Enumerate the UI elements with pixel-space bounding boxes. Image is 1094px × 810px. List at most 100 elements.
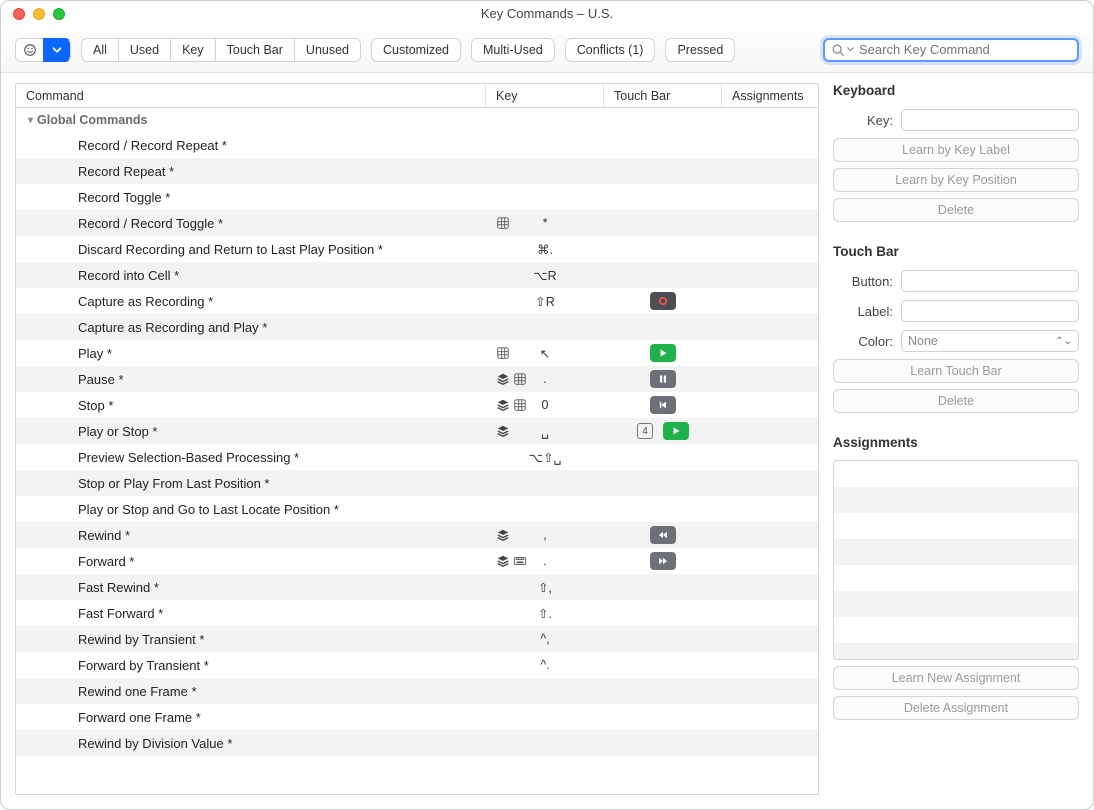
table-row[interactable]: Play or Stop and Go to Last Locate Posit… xyxy=(16,496,818,522)
table-row[interactable]: Rewind *, xyxy=(16,522,818,548)
toolbar-pressed-button[interactable]: Pressed xyxy=(665,38,735,62)
touchbar-delete-button[interactable]: Delete xyxy=(833,389,1079,413)
key-cell: ^. xyxy=(486,658,604,672)
key-label: ⇧, xyxy=(538,580,552,595)
commands-table: Command Key Touch Bar Assignments ▾ Glob… xyxy=(15,83,819,795)
table-row[interactable]: Capture as Recording *⇧R xyxy=(16,288,818,314)
key-cell: ^, xyxy=(486,632,604,646)
numpad-icon xyxy=(496,216,510,230)
touchbar-rec-icon xyxy=(650,292,676,310)
command-cell: Capture as Recording and Play * xyxy=(16,320,486,335)
table-row[interactable]: Record Toggle * xyxy=(16,184,818,210)
tb-label-input[interactable] xyxy=(901,300,1079,322)
key-cell: 0 xyxy=(486,398,604,412)
keyboard-icon xyxy=(513,554,527,568)
table-row[interactable]: Play *↖︎ xyxy=(16,340,818,366)
keyboard-delete-button[interactable]: Delete xyxy=(833,198,1079,222)
table-row[interactable]: Fast Forward *⇧. xyxy=(16,600,818,626)
touchbar-stop-icon xyxy=(650,396,676,414)
options-dropdown-button[interactable] xyxy=(43,38,71,62)
table-row[interactable]: Discard Recording and Return to Last Pla… xyxy=(16,236,818,262)
touchbar-header: Touch Bar xyxy=(833,244,1079,259)
command-cell: Forward one Frame * xyxy=(16,710,486,725)
table-row[interactable]: Stop or Play From Last Position * xyxy=(16,470,818,496)
key-cell: * xyxy=(486,216,604,230)
tb-color-select[interactable]: None ⌃⌄ xyxy=(901,330,1079,352)
filter-touch-bar[interactable]: Touch Bar xyxy=(215,38,294,62)
command-cell: Play * xyxy=(16,346,486,361)
key-cell: , xyxy=(486,528,604,542)
zoom-window-button[interactable] xyxy=(53,8,65,20)
table-row[interactable]: Pause *. xyxy=(16,366,818,392)
table-row[interactable]: Capture as Recording and Play * xyxy=(16,314,818,340)
column-header-assignments[interactable]: Assignments xyxy=(722,84,818,107)
assignments-header: Assignments xyxy=(833,435,1079,450)
keyboard-header: Keyboard xyxy=(833,83,1079,98)
touchbar-cell xyxy=(604,526,722,544)
column-header-touchbar[interactable]: Touch Bar xyxy=(604,84,722,107)
command-cell: Stop or Play From Last Position * xyxy=(16,476,486,491)
group-label: Global Commands xyxy=(37,113,147,127)
assignments-list[interactable] xyxy=(833,460,1079,660)
close-window-button[interactable] xyxy=(13,8,25,20)
search-input[interactable] xyxy=(859,42,1071,57)
content: Command Key Touch Bar Assignments ▾ Glob… xyxy=(1,73,1093,809)
disclosure-triangle-icon[interactable]: ▾ xyxy=(28,115,33,126)
table-row[interactable]: Rewind one Frame * xyxy=(16,678,818,704)
table-row[interactable]: Record / Record Repeat * xyxy=(16,132,818,158)
touchbar-section: Touch Bar Button: Label: Color: None ⌃⌄ xyxy=(833,244,1079,413)
key-label: ⌘. xyxy=(537,242,553,257)
key-input[interactable] xyxy=(901,109,1079,131)
group-header[interactable]: ▾ Global Commands xyxy=(16,108,818,132)
command-cell: Forward * xyxy=(16,554,486,569)
table-row[interactable]: Forward *. xyxy=(16,548,818,574)
filter-used[interactable]: Used xyxy=(118,38,170,62)
touchbar-ffwd-icon xyxy=(650,552,676,570)
filter-unused[interactable]: Unused xyxy=(294,38,361,62)
key-label: ⌥R xyxy=(533,268,556,283)
key-label: . xyxy=(543,372,546,386)
table-row[interactable]: Rewind by Transient *^, xyxy=(16,626,818,652)
table-row[interactable]: Forward one Frame * xyxy=(16,704,818,730)
learn-touchbar-button[interactable]: Learn Touch Bar xyxy=(833,359,1079,383)
tb-color-row: Color: None ⌃⌄ xyxy=(833,329,1079,353)
table-row[interactable]: Record into Cell *⌥R xyxy=(16,262,818,288)
learn-by-key-label-button[interactable]: Learn by Key Label xyxy=(833,138,1079,162)
table-row[interactable]: Record / Record Toggle ** xyxy=(16,210,818,236)
layers-icon xyxy=(496,424,510,438)
command-cell: Play or Stop * xyxy=(16,424,486,439)
filter-all[interactable]: All xyxy=(81,38,118,62)
table-row[interactable]: Preview Selection-Based Processing *⌥⇧␣ xyxy=(16,444,818,470)
toolbar-customized-button[interactable]: Customized xyxy=(371,38,461,62)
key-cell: ⌘. xyxy=(486,242,604,257)
toolbar-multi-used-button[interactable]: Multi-Used xyxy=(471,38,555,62)
layers-icon xyxy=(496,528,510,542)
window-title: Key Commands – U.S. xyxy=(11,6,1083,21)
command-cell: Play or Stop and Go to Last Locate Posit… xyxy=(16,502,486,517)
learn-by-key-position-button[interactable]: Learn by Key Position xyxy=(833,168,1079,192)
table-row[interactable]: Fast Rewind *⇧, xyxy=(16,574,818,600)
table-row[interactable]: Record Repeat * xyxy=(16,158,818,184)
learn-new-assignment-button[interactable]: Learn New Assignment xyxy=(833,666,1079,690)
search-field[interactable] xyxy=(823,38,1079,62)
command-cell: Capture as Recording * xyxy=(16,294,486,309)
options-menu-button[interactable] xyxy=(15,38,43,62)
key-cell: ␣ xyxy=(486,424,604,439)
table-row[interactable]: Play or Stop *␣4 xyxy=(16,418,818,444)
column-header-command[interactable]: Command xyxy=(16,84,486,107)
smiley-icon xyxy=(23,43,37,57)
table-row[interactable]: Forward by Transient *^. xyxy=(16,652,818,678)
delete-assignment-button[interactable]: Delete Assignment xyxy=(833,696,1079,720)
column-header-key[interactable]: Key xyxy=(486,84,604,107)
command-cell: Rewind by Division Value * xyxy=(16,736,486,751)
filter-segment: AllUsedKeyTouch BarUnused xyxy=(81,38,361,62)
toolbar-conflicts-1-button[interactable]: Conflicts (1) xyxy=(565,38,656,62)
table-row[interactable]: Stop *0 xyxy=(16,392,818,418)
tb-button-input[interactable] xyxy=(901,270,1079,292)
command-cell: Record Repeat * xyxy=(16,164,486,179)
filter-key[interactable]: Key xyxy=(170,38,215,62)
minimize-window-button[interactable] xyxy=(33,8,45,20)
table-row[interactable]: Rewind by Division Value * xyxy=(16,730,818,756)
numpad-icon xyxy=(496,346,510,360)
touchbar-cell xyxy=(604,344,722,362)
